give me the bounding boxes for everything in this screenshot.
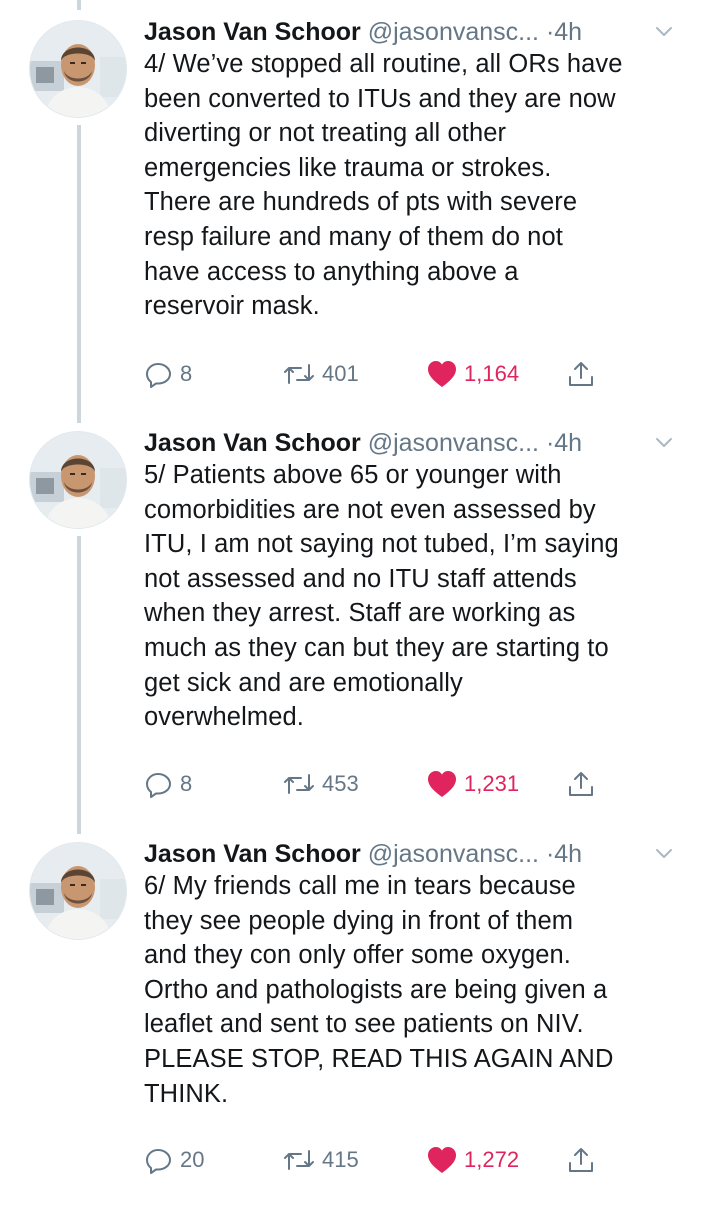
tweet-text: 6/ My friends call me in tears because t… [144,869,684,1111]
share-button[interactable] [566,1144,596,1176]
like-button[interactable]: 1,231 [426,768,519,800]
reply-icon [146,773,171,798]
share-icon [569,362,593,386]
tweet[interactable]: Jason Van Schoor @jasonvansc... ·4h 5/ P… [0,411,709,821]
tweet-actions: 20 415 1,272 [144,1144,644,1176]
reply-count: 8 [180,361,193,386]
share-button[interactable] [566,358,596,390]
tweet-text-line: diverting or not treating all other [144,119,507,148]
tweet-text: 5/ Patients above 65 or younger with com… [144,458,684,735]
like-button[interactable]: 1,164 [426,358,519,390]
tweet-text-line: they see people dying in front of them [144,906,574,935]
tweet-text-line: PLEASE STOP, READ THIS AGAIN AND [144,1044,614,1073]
chevron-down-icon[interactable] [651,430,677,456]
tweet[interactable]: Jason Van Schoor @jasonvansc... ·4h 6/ M… [0,822,709,1232]
tweet-header: Jason Van Schoor @jasonvansc... ·4h [144,839,689,869]
tweet-text-line: leaflet and sent to see patients on NIV. [144,1010,584,1039]
like-count: 1,231 [464,771,520,796]
retweet-icon [284,364,314,384]
share-icon [569,1148,593,1172]
tweet-text-line: and they con only offer some oxygen. [144,941,571,970]
reply-icon [146,1149,171,1174]
retweet-count: 453 [322,771,359,796]
avatar[interactable] [29,842,127,940]
tweet-text-line: overwhelmed. [144,703,304,732]
tweet-text-line: THINK. [144,1079,229,1108]
author-name[interactable]: Jason Van Schoor [144,840,361,868]
author-name[interactable]: Jason Van Schoor [144,429,361,457]
tweet-text-line: emergencies like trauma or strokes. [144,153,552,182]
reply-button[interactable]: 8 [144,768,192,800]
author-name[interactable]: Jason Van Schoor [144,18,361,46]
tweet-text-line: reservoir mask. [144,292,320,321]
heart-icon [428,771,456,797]
retweet-count: 415 [322,1147,359,1172]
tweet-header: Jason Van Schoor @jasonvansc... ·4h [144,17,689,47]
tweet-text-line: resp failure and many of them do not [144,222,563,251]
tweet-text-line: much as they can but they are starting t… [144,633,609,662]
author-handle[interactable]: @jasonvansc... [368,18,539,46]
author-handle[interactable]: @jasonvansc... [368,840,539,868]
chevron-down-icon[interactable] [651,19,677,45]
heart-icon [428,1147,456,1173]
tweet-text-line: 5/ Patients above 65 or younger with [144,461,562,489]
tweet[interactable]: Jason Van Schoor @jasonvansc... ·4h 4/ W… [0,0,709,410]
retweet-count: 401 [322,361,359,386]
like-count: 1,272 [464,1147,520,1172]
tweet-text-line: Ortho and pathologists are being given a [144,975,608,1004]
timestamp[interactable]: 4h [554,840,582,868]
heart-icon [428,361,456,387]
tweet-text-line: get sick and are emotionally [144,668,463,697]
retweet-icon [284,774,314,794]
tweet-text-line: There are hundreds of pts with severe [144,188,578,217]
retweet-button[interactable]: 401 [282,358,359,390]
timestamp[interactable]: 4h [554,429,582,457]
tweet-actions: 8 401 1,164 [144,358,644,390]
retweet-icon [284,1150,314,1170]
tweet-text: 4/ We’ve stopped all routine, all ORs ha… [144,47,684,324]
tweet-text-line: ITU, I am not saying not tubed, I’m sayi… [144,530,619,559]
reply-count: 8 [180,771,193,796]
avatar[interactable] [29,431,127,529]
tweet-text-line: 4/ We’ve stopped all routine, all ORs ha… [144,50,623,78]
like-count: 1,164 [464,361,520,386]
tweet-text-line: when they arrest. Staff are working as [144,599,576,628]
share-button[interactable] [566,768,596,800]
avatar[interactable] [29,20,127,118]
chevron-down-icon[interactable] [651,841,677,867]
tweet-text-line: comorbidities are not even assessed by [144,495,596,524]
reply-count: 20 [180,1147,205,1172]
tweet-text-line: 6/ My friends call me in tears because [144,872,576,900]
tweet-text-line: not assessed and no ITU staff attends [144,564,577,593]
author-handle[interactable]: @jasonvansc... [368,429,539,457]
timestamp[interactable]: 4h [554,18,582,46]
reply-button[interactable]: 8 [144,358,192,390]
like-button[interactable]: 1,272 [426,1144,519,1176]
tweet-header: Jason Van Schoor @jasonvansc... ·4h [144,428,689,458]
reply-icon [146,363,171,388]
retweet-button[interactable]: 453 [282,768,359,800]
tweet-text-line: been converted to ITUs and they are now [144,84,616,113]
tweet-actions: 8 453 1,231 [144,768,644,800]
reply-button[interactable]: 20 [144,1144,204,1176]
tweet-text-line: have access to anything above a [144,257,519,286]
retweet-button[interactable]: 415 [282,1144,359,1176]
share-icon [569,772,593,796]
